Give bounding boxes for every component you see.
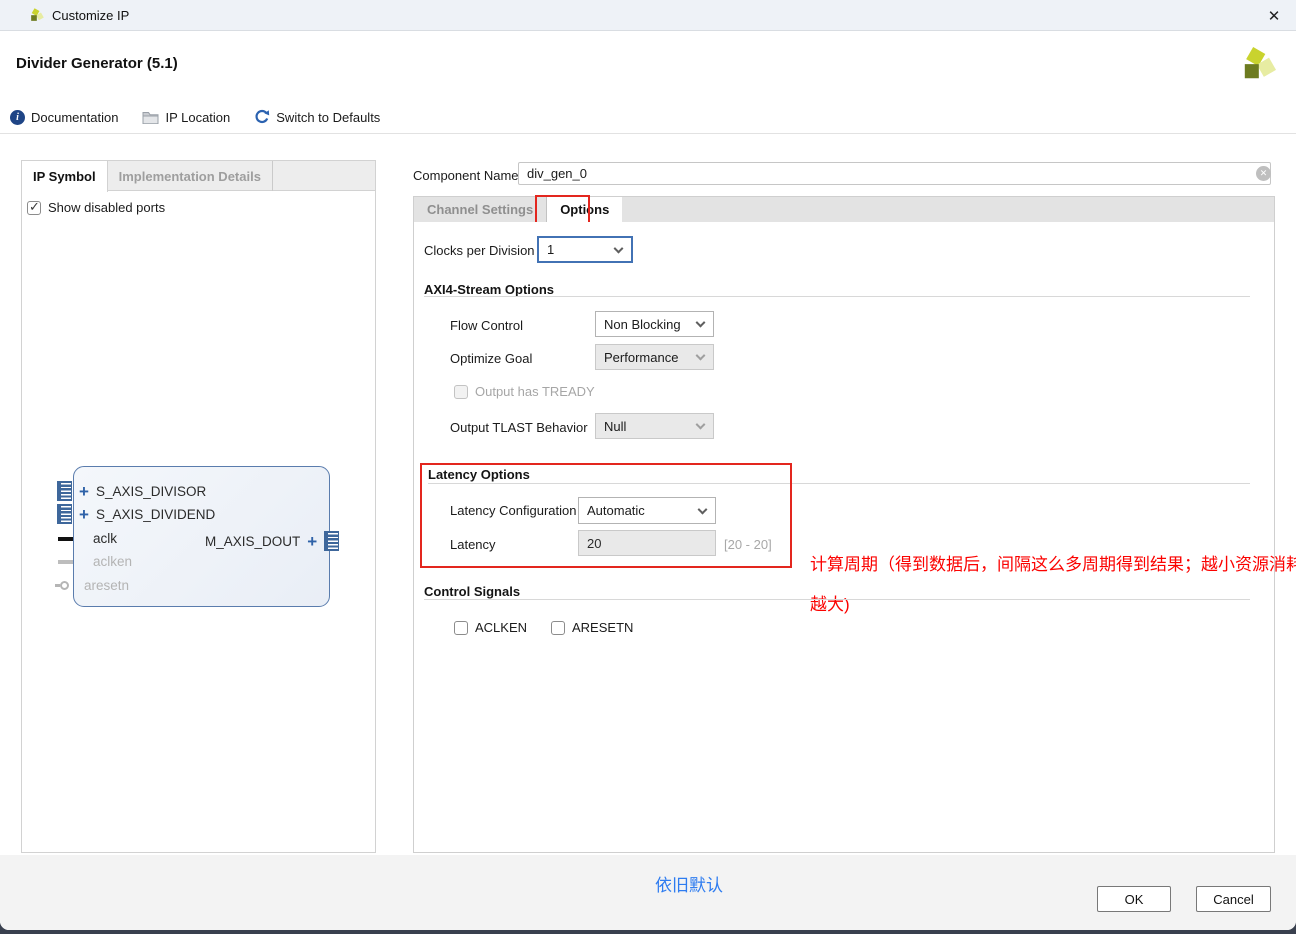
- documentation-label: Documentation: [31, 110, 118, 125]
- aclken-row: ACLKEN: [454, 620, 527, 635]
- close-icon[interactable]: ✕: [1260, 3, 1288, 28]
- ip-location-link[interactable]: IP Location: [142, 110, 230, 125]
- window-title: Customize IP: [52, 8, 129, 23]
- section-rule: [428, 483, 1250, 484]
- check-icon: ✓: [29, 199, 40, 215]
- port-m-axis-dout: M_AXIS_DOUT: [205, 534, 300, 549]
- output-tlast-dropdown: Null: [595, 413, 714, 439]
- xilinx-logo: [1237, 44, 1279, 86]
- port-row: + S_AXIS_DIVISOR: [57, 481, 206, 501]
- latency-value: 20: [587, 536, 601, 551]
- port-s-axis-dividend: S_AXIS_DIVIDEND: [96, 507, 215, 522]
- latency-configuration-dropdown[interactable]: Automatic: [578, 497, 716, 524]
- chevron-down-icon: [696, 351, 706, 361]
- switch-to-defaults-label: Switch to Defaults: [276, 110, 380, 125]
- port-s-axis-divisor: S_AXIS_DIVISOR: [96, 484, 206, 499]
- output-tlast-value: Null: [604, 419, 626, 434]
- port-aclken: aclken: [93, 554, 132, 569]
- documentation-link[interactable]: i Documentation: [10, 110, 118, 125]
- expand-port-icon[interactable]: +: [307, 533, 317, 550]
- aresetn-row: ARESETN: [551, 620, 633, 635]
- tab-options[interactable]: Options: [547, 197, 622, 222]
- chevron-down-icon: [696, 420, 706, 430]
- show-disabled-ports-row: ✓ Show disabled ports: [27, 200, 165, 215]
- latency-configuration-label: Latency Configuration: [450, 503, 576, 518]
- aresetn-label: ARESETN: [572, 620, 633, 635]
- switch-to-defaults-link[interactable]: Switch to Defaults: [254, 109, 380, 125]
- flow-control-dropdown[interactable]: Non Blocking: [595, 311, 714, 337]
- latency-input: 20: [578, 530, 716, 556]
- port-row: aclk: [58, 531, 117, 546]
- section-rule: [424, 599, 1250, 600]
- port-row: + S_AXIS_DIVIDEND: [57, 504, 215, 524]
- refresh-icon: [254, 109, 270, 125]
- clocks-per-division-dropdown[interactable]: 1: [537, 236, 633, 263]
- optimize-goal-label: Optimize Goal: [450, 351, 532, 366]
- left-panel-tabbar: IP Symbol Implementation Details: [22, 161, 375, 191]
- show-disabled-ports-checkbox[interactable]: ✓: [27, 201, 41, 215]
- page-title: Divider Generator (5.1): [16, 55, 178, 72]
- component-name-label: Component Name: [413, 168, 519, 183]
- flow-control-value: Non Blocking: [604, 317, 681, 332]
- output-tlast-label: Output TLAST Behavior: [450, 420, 588, 435]
- footer: 依旧默认 OK Cancel: [0, 855, 1296, 930]
- clocks-per-division-value: 1: [547, 242, 554, 257]
- annotation-line2: 越大): [810, 590, 850, 615]
- latency-range-hint: [20 - 20]: [724, 537, 772, 552]
- bus-interface-icon: [57, 481, 72, 501]
- output-has-tready-label: Output has TREADY: [475, 384, 595, 399]
- clocks-per-division-label: Clocks per Division: [424, 243, 535, 258]
- port-row: aclken: [58, 554, 132, 569]
- bus-interface-icon: [324, 531, 339, 551]
- port-aclk: aclk: [93, 531, 117, 546]
- latency-configuration-value: Automatic: [587, 503, 645, 518]
- header-divider: [0, 133, 1296, 134]
- latency-label: Latency: [450, 537, 496, 552]
- output-has-tready-checkbox: [454, 385, 468, 399]
- tab-implementation-details[interactable]: Implementation Details: [108, 161, 273, 191]
- show-disabled-ports-label: Show disabled ports: [48, 200, 165, 215]
- disabled-port-stub: [58, 560, 73, 564]
- port-row: M_AXIS_DOUT +: [205, 531, 339, 551]
- chevron-down-icon: [696, 318, 706, 328]
- latency-section-title: Latency Options: [428, 467, 530, 482]
- footer-note: 依旧默认: [655, 871, 723, 896]
- tab-channel-settings[interactable]: Channel Settings: [414, 197, 547, 222]
- ip-symbol-panel: IP Symbol Implementation Details ✓ Show …: [21, 160, 376, 853]
- customize-ip-dialog: Customize IP ✕ Divider Generator (5.1) i…: [0, 0, 1296, 930]
- xilinx-icon: [28, 7, 45, 24]
- annotation-line1: 计算周期（得到数据后，间隔这么多周期得到结果；越小资源消耗: [810, 550, 1296, 575]
- output-has-tready-row: Output has TREADY: [454, 384, 595, 399]
- port-aresetn: aresetn: [84, 578, 129, 593]
- folder-icon: [142, 111, 159, 124]
- chevron-down-icon: [698, 504, 708, 514]
- optimize-goal-dropdown: Performance: [595, 344, 714, 370]
- clock-port-stub: [58, 537, 73, 541]
- settings-tabbar: Channel Settings Options: [413, 196, 1275, 223]
- port-row: aresetn: [55, 578, 129, 593]
- expand-port-icon[interactable]: +: [79, 506, 89, 523]
- expand-port-icon[interactable]: +: [79, 483, 89, 500]
- chevron-down-icon: [614, 243, 624, 253]
- bus-interface-icon: [57, 504, 72, 524]
- ip-location-label: IP Location: [165, 110, 230, 125]
- aclken-checkbox[interactable]: [454, 621, 468, 635]
- clear-input-icon[interactable]: ✕: [1256, 166, 1271, 181]
- header-links: i Documentation IP Location Switch to De…: [10, 107, 380, 127]
- info-icon: i: [10, 110, 25, 125]
- optimize-goal-value: Performance: [604, 350, 678, 365]
- aresetn-checkbox[interactable]: [551, 621, 565, 635]
- section-rule: [424, 296, 1250, 297]
- tab-ip-symbol[interactable]: IP Symbol: [22, 161, 108, 192]
- axi4-section-title: AXI4-Stream Options: [424, 282, 554, 297]
- control-section-title: Control Signals: [424, 584, 520, 599]
- cancel-button[interactable]: Cancel: [1196, 886, 1271, 912]
- ok-button[interactable]: OK: [1097, 886, 1171, 912]
- flow-control-label: Flow Control: [450, 318, 523, 333]
- options-tab-content: [413, 222, 1275, 853]
- aclken-label: ACLKEN: [475, 620, 527, 635]
- reset-port-icon: [60, 581, 69, 590]
- component-name-input[interactable]: [518, 162, 1271, 185]
- titlebar: Customize IP ✕: [0, 0, 1296, 31]
